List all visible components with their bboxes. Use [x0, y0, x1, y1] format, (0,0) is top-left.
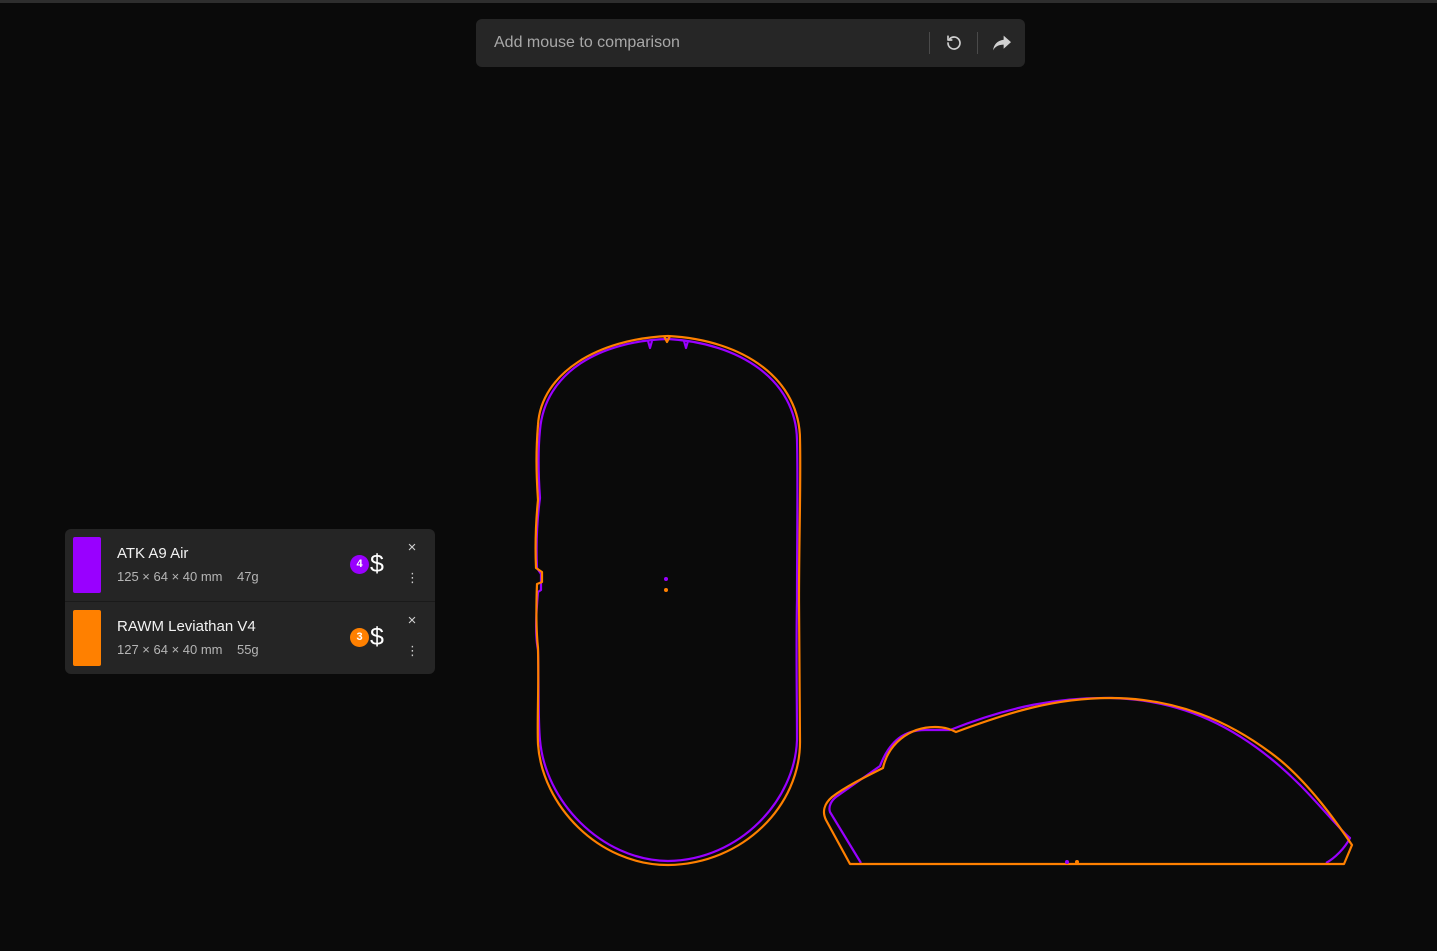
- shape-comparison-canvas: [534, 334, 1354, 867]
- center-marker-atk: [664, 577, 668, 581]
- side-marker-rawm: [1075, 860, 1079, 864]
- center-marker-rawm: [664, 588, 668, 592]
- top-view-outline-atk-a9-air: [535, 337, 799, 863]
- side-view-outline-rawm-leviathan-v4: [822, 696, 1354, 866]
- side-marker-atk: [1065, 860, 1069, 864]
- top-view-outline-rawm-leviathan-v4: [534, 334, 802, 867]
- side-view-outline-atk-a9-air: [828, 696, 1352, 864]
